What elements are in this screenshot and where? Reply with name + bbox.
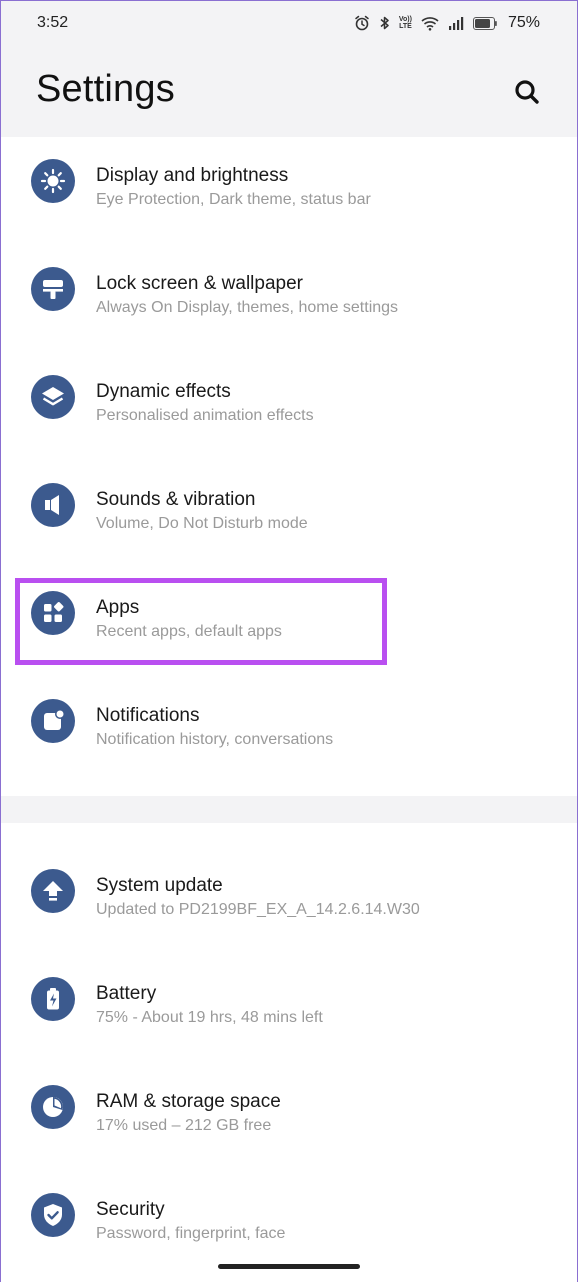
settings-item-subtitle: Volume, Do Not Disturb mode (96, 515, 308, 532)
battery-charge-icon (31, 977, 75, 1021)
settings-item-security[interactable]: Security Password, fingerprint, face (0, 1171, 578, 1279)
settings-item-storage[interactable]: RAM & storage space 17% used – 212 GB fr… (0, 1063, 578, 1171)
settings-item-notifications[interactable]: Notifications Notification history, conv… (0, 677, 578, 785)
settings-item-apps[interactable]: Apps Recent apps, default apps (0, 569, 578, 677)
search-button[interactable] (511, 76, 543, 108)
settings-item-subtitle: Recent apps, default apps (96, 623, 282, 640)
group-divider (0, 796, 578, 823)
settings-item-battery[interactable]: Battery 75% - About 19 hrs, 48 mins left (0, 955, 578, 1063)
settings-item-subtitle: Eye Protection, Dark theme, status bar (96, 191, 371, 208)
settings-item-title: Dynamic effects (96, 381, 231, 402)
settings-item-title: Display and brightness (96, 165, 289, 186)
layers-icon (31, 375, 75, 419)
battery-icon (472, 16, 497, 30)
settings-item-title: Sounds & vibration (96, 489, 256, 510)
settings-item-subtitle: 75% - About 19 hrs, 48 mins left (96, 1009, 323, 1026)
settings-item-sounds[interactable]: Sounds & vibration Volume, Do Not Distur… (0, 461, 578, 569)
signal-icon (448, 16, 464, 30)
alarm-icon (355, 15, 369, 31)
settings-item-title: Lock screen & wallpaper (96, 273, 303, 294)
bluetooth-icon (380, 16, 389, 30)
status-bar: 3:52 Vo)) LTE 75% (0, 0, 578, 46)
settings-item-title: Security (96, 1199, 165, 1220)
battery-percent: 75% (507, 14, 540, 31)
status-time: 3:52 (37, 14, 69, 31)
page-title: Settings (36, 68, 175, 110)
settings-item-lock-screen[interactable]: Lock screen & wallpaper Always On Displa… (0, 245, 578, 353)
settings-item-subtitle: Notification history, conversations (96, 731, 334, 748)
settings-item-title: Apps (96, 597, 140, 618)
settings-group-2: System update Updated to PD2199BF_EX_A_1… (0, 823, 578, 1282)
settings-item-display[interactable]: Display and brightness Eye Protection, D… (0, 137, 578, 245)
apps-grid-icon (31, 591, 75, 635)
search-icon (515, 80, 539, 104)
shield-check-icon (31, 1193, 75, 1237)
volte-icon: Vo)) LTE (398, 16, 412, 30)
settings-item-title: Notifications (96, 705, 200, 726)
settings-group-1: Display and brightness Eye Protection, D… (0, 137, 578, 796)
settings-item-title: RAM & storage space (96, 1091, 281, 1112)
settings-item-subtitle: Password, fingerprint, face (96, 1225, 286, 1242)
settings-item-subtitle: Updated to PD2199BF_EX_A_14.2.6.14.W30 (96, 901, 420, 918)
brightness-icon (31, 159, 75, 203)
speaker-icon (31, 483, 75, 527)
settings-item-dynamic-effects[interactable]: Dynamic effects Personalised animation e… (0, 353, 578, 461)
settings-item-subtitle: Personalised animation effects (96, 407, 314, 424)
notification-badge-icon (31, 699, 75, 743)
settings-item-subtitle: 17% used – 212 GB free (96, 1117, 272, 1134)
wifi-icon (421, 16, 439, 31)
settings-item-title: Battery (96, 983, 157, 1004)
home-indicator[interactable] (218, 1264, 360, 1269)
update-arrow-icon (31, 869, 75, 913)
settings-item-system-update[interactable]: System update Updated to PD2199BF_EX_A_1… (0, 847, 578, 955)
settings-item-title: System update (96, 875, 223, 896)
settings-item-subtitle: Always On Display, themes, home settings (96, 299, 399, 316)
pie-chart-icon (31, 1085, 75, 1129)
status-icons: Vo)) LTE 75% (354, 12, 540, 34)
paint-roller-icon (31, 267, 75, 311)
